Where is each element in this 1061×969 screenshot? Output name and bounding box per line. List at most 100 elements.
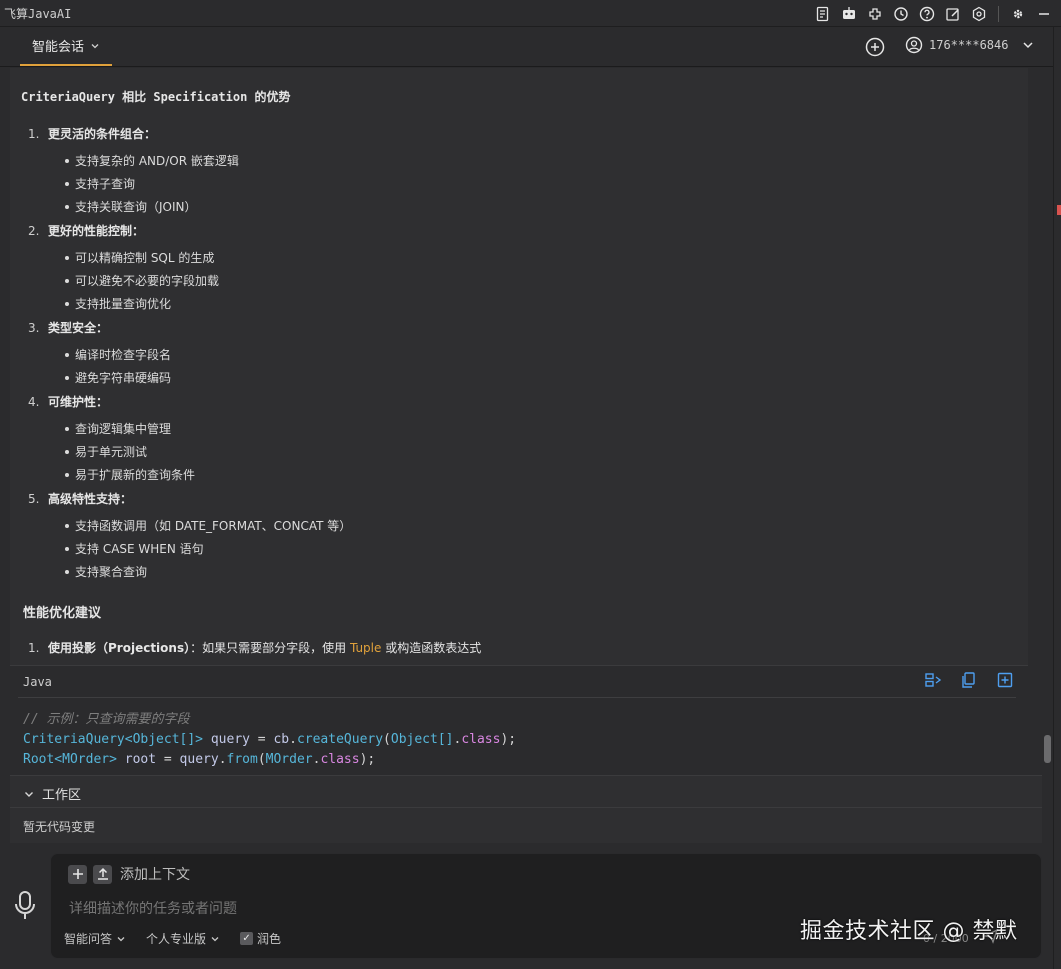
chat-message-area: CriteriaQuery 相比 Specification 的优势 1. 更灵… <box>10 68 1028 768</box>
code-token: . <box>218 752 227 767</box>
history-doc-icon[interactable] <box>812 3 834 25</box>
list-item: 3. 类型安全： <box>28 319 108 336</box>
code-token: ( <box>383 732 391 747</box>
app-title: 飞算JavaAI <box>4 7 72 21</box>
bullet-item: 可以避免不必要的字段加载 <box>65 272 219 289</box>
copy-icon <box>962 672 975 688</box>
workspace-empty-text: 暂无代码变更 <box>23 820 96 834</box>
add-context-label[interactable]: 添加上下文 <box>120 864 190 884</box>
list-label: 类型安全： <box>48 321 109 335</box>
plugin-icon[interactable] <box>864 3 886 25</box>
code-token: cb <box>273 732 290 747</box>
plus-icon <box>72 869 83 879</box>
list-label: 高级特性支持： <box>48 492 133 506</box>
code-token: query <box>179 752 219 767</box>
code-token: Object[] <box>390 732 454 747</box>
list-number: 5. <box>28 492 40 506</box>
toolbar-divider <box>998 6 999 22</box>
upload-icon <box>97 867 108 880</box>
bullet-item: 支持批量查询优化 <box>65 295 171 312</box>
bullet-text: 支持子查询 <box>75 177 136 191</box>
bullet-dot <box>65 278 69 283</box>
title-toolbar <box>812 3 1055 25</box>
prompt-input[interactable] <box>69 901 769 917</box>
new-file-button[interactable] <box>996 671 1014 689</box>
perf-item-label: 使用投影（Projections） <box>48 641 191 655</box>
code-line: Root<MOrder> root = query.from(MOrder.cl… <box>23 750 516 768</box>
list-item: 4. 可维护性： <box>28 393 108 410</box>
context-row: 添加上下文 <box>68 864 190 884</box>
watermark: 掘金技术社区 @ 禁默 <box>800 919 1018 944</box>
bullet-text: 可以避免不必要的字段加载 <box>75 274 220 288</box>
list-number: 2. <box>28 224 40 238</box>
bullet-text: 可以精确控制 SQL 的生成 <box>75 251 215 265</box>
list-label: 可维护性： <box>48 395 109 409</box>
bullet-item: 支持复杂的 AND/OR 嵌套逻辑 <box>65 152 239 169</box>
bullet-item: 支持关联查询（JOIN） <box>65 198 197 215</box>
workspace-toggle[interactable]: 工作区 <box>24 784 81 803</box>
code-divider <box>18 697 1016 698</box>
bullet-item: 支持聚合查询 <box>65 563 147 580</box>
checkmark-icon: ✓ <box>240 932 254 945</box>
polish-checkbox[interactable]: ✓ 润色 <box>240 930 281 947</box>
list-label: 更好的性能控制： <box>48 224 145 238</box>
code-token: class <box>320 752 360 767</box>
edit-icon[interactable] <box>942 3 964 25</box>
list-number: 1. <box>28 127 40 141</box>
chevron-down-icon <box>117 936 125 941</box>
code-token: ); <box>500 732 517 747</box>
list-number: 3. <box>28 321 40 335</box>
bullet-dot <box>65 546 69 551</box>
code-language: Java <box>23 675 52 689</box>
session-mode-dropdown[interactable]: 智能会话 <box>20 27 113 66</box>
bullet-dot <box>65 204 69 209</box>
bullet-text: 查询逻辑集中管理 <box>75 422 172 436</box>
bullet-text: 编译时检查字段名 <box>75 348 172 362</box>
chevron-down-icon <box>211 936 219 941</box>
bullet-dot <box>65 426 69 431</box>
copy-code-button[interactable] <box>960 671 978 689</box>
mode-dropdown[interactable]: 智能问答 <box>64 930 126 947</box>
plan-dropdown[interactable]: 个人专业版 <box>146 930 220 947</box>
code-token: from <box>226 752 258 767</box>
user-menu[interactable]: 176****6846 <box>905 36 1034 54</box>
upload-button[interactable] <box>93 864 112 884</box>
insert-code-button[interactable] <box>924 671 942 689</box>
edge-marker <box>1057 205 1061 215</box>
help-icon[interactable] <box>916 3 938 25</box>
bullet-dot <box>65 375 69 380</box>
options-row: 智能问答 个人专业版 ✓ 润色 <box>64 930 281 947</box>
session-bar: 智能会话 176****6846 <box>0 27 1061 67</box>
bullet-dot <box>65 352 69 357</box>
inline-code: Tuple <box>349 641 382 655</box>
code-token: = <box>249 732 274 747</box>
gear-icon[interactable] <box>1007 3 1029 25</box>
history-icon[interactable] <box>890 3 912 25</box>
bullet-dot <box>65 255 69 260</box>
hexagon-settings-icon[interactable] <box>968 3 990 25</box>
code-toolbar <box>924 671 1014 689</box>
plus-circle-icon <box>865 37 885 57</box>
robot-icon[interactable] <box>838 3 860 25</box>
code-token: MOrder <box>265 752 313 767</box>
bullet-item: 支持函数调用（如 DATE_FORMAT、CONCAT 等） <box>65 517 351 534</box>
list-number: 1. <box>28 641 40 655</box>
list-item: 1. 更灵活的条件组合： <box>28 125 156 142</box>
microphone-icon <box>15 891 35 919</box>
minimize-icon[interactable] <box>1033 3 1055 25</box>
bullet-text: 易于单元测试 <box>75 445 148 459</box>
mode-label: 智能问答 <box>64 932 113 946</box>
bullet-dot <box>65 523 69 528</box>
bullet-item: 支持 CASE WHEN 语句 <box>65 540 204 557</box>
chat-scrollbar[interactable] <box>1044 735 1051 763</box>
bullet-dot <box>65 472 69 477</box>
bullet-item: 易于扩展新的查询条件 <box>65 466 195 483</box>
bullet-text: 支持函数调用（如 DATE_FORMAT、CONCAT 等） <box>75 519 352 533</box>
voice-input-button[interactable] <box>12 890 38 922</box>
bullet-dot <box>65 158 69 163</box>
bullet-text: 支持关联查询（JOIN） <box>75 200 197 214</box>
new-chat-button[interactable] <box>864 36 886 58</box>
bullet-text: 支持批量查询优化 <box>75 297 172 311</box>
add-context-button[interactable] <box>68 864 87 884</box>
code-content: // 示例：只查询需要的字段 CriteriaQuery<Object[]> q… <box>23 710 516 768</box>
